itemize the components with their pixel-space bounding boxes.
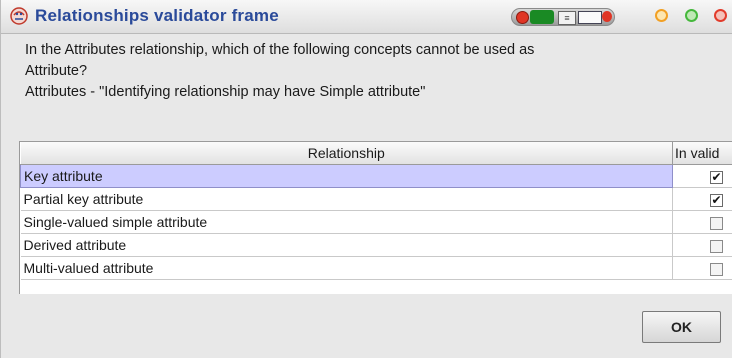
table-row[interactable]: Single-valued simple attribute [20, 210, 732, 234]
graphics-icon [530, 10, 554, 24]
invalid-cell: ✔ [672, 164, 732, 188]
invalid-cell [672, 256, 732, 280]
table-row[interactable]: Multi-valued attribute [20, 256, 732, 280]
title-bar[interactable]: Relationships validator frame ≡ [1, 0, 732, 34]
column-header-relationship[interactable]: Relationship [20, 142, 673, 165]
app-icon [10, 7, 28, 25]
column-header-invalid[interactable]: In valid [672, 142, 732, 165]
maximize-button[interactable] [685, 9, 698, 22]
knob-icon [602, 11, 612, 22]
question-line-2: Attribute? [25, 63, 88, 79]
relationship-cell[interactable]: Derived attribute [20, 233, 673, 257]
close-button[interactable] [714, 9, 727, 22]
table-row[interactable]: Derived attribute [20, 233, 732, 257]
ok-button[interactable]: OK [642, 311, 721, 343]
table-row[interactable]: Partial key attribute ✔ [20, 187, 732, 211]
relationship-cell[interactable]: Single-valued simple attribute [20, 210, 673, 234]
question-line-1: In the Attributes relationship, which of… [25, 42, 535, 58]
relationship-cell[interactable]: Partial key attribute [20, 187, 673, 211]
window-icon [578, 11, 602, 24]
invalid-checkbox[interactable] [710, 216, 723, 230]
table-row[interactable]: Key attribute ✔ [20, 164, 732, 188]
invalid-cell [672, 210, 732, 234]
equalizer-icon: ≡ [558, 11, 576, 25]
toolbar-widget[interactable]: ≡ [511, 8, 615, 26]
relationship-cell[interactable]: Key attribute [20, 164, 673, 188]
invalid-checkbox[interactable] [710, 262, 723, 276]
question-line-3: Attributes - "Identifying relationship m… [25, 84, 426, 100]
table-header: Relationship In valid [20, 142, 732, 165]
invalid-checkbox[interactable]: ✔ [710, 170, 723, 184]
relationship-cell[interactable]: Multi-valued attribute [20, 256, 673, 280]
validator-window: Relationships validator frame ≡ In the A… [0, 0, 732, 358]
invalid-checkbox[interactable] [710, 239, 723, 253]
minimize-button[interactable] [655, 9, 668, 22]
record-icon [516, 11, 529, 24]
window-title: Relationships validator frame [35, 6, 279, 25]
question-text: In the Attributes relationship, which of… [25, 40, 725, 103]
relationship-table[interactable]: Relationship In valid Key attribute ✔ Part… [19, 141, 732, 294]
invalid-checkbox[interactable]: ✔ [710, 193, 723, 207]
invalid-cell: ✔ [672, 187, 732, 211]
invalid-cell [672, 233, 732, 257]
